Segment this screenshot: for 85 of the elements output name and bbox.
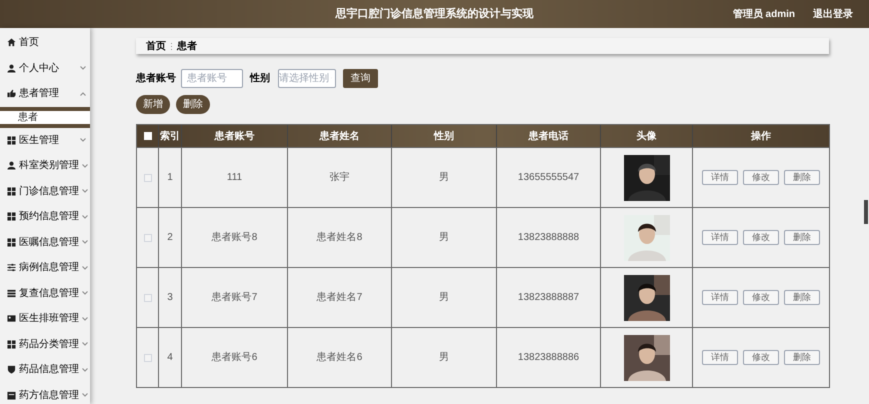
grid-icon xyxy=(7,238,16,247)
list-icon xyxy=(7,288,16,298)
column-header: 患者电话 xyxy=(528,130,568,144)
scrollbar-thumb[interactable] xyxy=(864,200,868,224)
table-cell-text: 111 xyxy=(226,171,242,185)
grid-icon xyxy=(7,186,16,196)
row-checkbox[interactable] xyxy=(144,234,152,242)
edit-button[interactable]: 修改 xyxy=(743,230,779,245)
row-checkbox[interactable] xyxy=(144,354,152,362)
grid-icon xyxy=(7,340,16,349)
select-all-checkbox[interactable] xyxy=(144,132,152,140)
table-cell-text: 男 xyxy=(439,171,449,185)
delete-button[interactable]: 删除 xyxy=(784,230,820,245)
add-button[interactable]: 新增 xyxy=(136,95,170,114)
user-icon xyxy=(7,64,16,73)
table-cell-text: 2 xyxy=(167,231,173,245)
edit-button[interactable]: 修改 xyxy=(743,350,779,365)
table-cell-text: 男 xyxy=(439,351,449,365)
sidebar-item[interactable]: 医嘱信息管理 xyxy=(0,230,90,255)
table-cell-text: 患者姓名8 xyxy=(316,230,362,245)
column-header: 患者账号 xyxy=(214,130,254,144)
edit-button[interactable]: 修改 xyxy=(743,290,779,305)
sidebar-item[interactable]: 药方信息管理 xyxy=(0,382,90,404)
details-button[interactable]: 详情 xyxy=(702,230,738,245)
logout-link[interactable]: 退出登录 xyxy=(813,6,853,22)
table-cell-text: 患者姓名7 xyxy=(316,290,362,305)
column-header: 性别 xyxy=(434,130,454,144)
sidebar-item[interactable]: 科室类别管理 xyxy=(0,153,90,178)
delete-button[interactable]: 删除 xyxy=(784,170,820,185)
details-button[interactable]: 详情 xyxy=(702,350,738,365)
app-title: 思宇口腔门诊信息管理系统的设计与实现 xyxy=(336,6,534,22)
column-header: 索引 xyxy=(160,130,180,144)
user-label: 管理员 admin xyxy=(732,8,795,22)
table-cell-text: 3 xyxy=(167,291,173,305)
delete-button[interactable]: 删除 xyxy=(784,290,820,305)
sidebar-item[interactable]: 药品分类管理 xyxy=(0,332,90,357)
table-cell-text: 患者姓名6 xyxy=(316,350,362,365)
table-cell-text: 男 xyxy=(439,231,449,245)
field-label: 性别 xyxy=(250,72,270,86)
submenu-item[interactable]: 患者 xyxy=(0,110,90,124)
table-cell-text: 13655555547 xyxy=(518,171,580,185)
column-header: 患者姓名 xyxy=(320,130,360,144)
breadcrumb-current: 患者 xyxy=(177,40,197,54)
column-header: 操作 xyxy=(751,130,771,144)
home-icon xyxy=(7,38,16,48)
table-cell-text: 4 xyxy=(167,351,173,365)
sidebar-item[interactable]: 病例信息管理 xyxy=(0,255,90,280)
row-checkbox[interactable] xyxy=(144,294,152,302)
sidebar-item[interactable]: 医生排班管理 xyxy=(0,306,90,332)
field-label: 患者账号 xyxy=(136,72,176,86)
delete-button[interactable]: 删除 xyxy=(176,95,210,114)
sidebar-item[interactable]: 复查信息管理 xyxy=(0,280,90,306)
details-button[interactable]: 详情 xyxy=(702,170,738,185)
table-cell-text: 13823888888 xyxy=(518,231,580,245)
table-cell-text: 张宇 xyxy=(330,170,350,185)
sidebar-item[interactable]: 医生管理 xyxy=(0,128,90,153)
shield-icon xyxy=(7,365,16,374)
table-cell-text: 13823888886 xyxy=(518,351,580,365)
edit-button[interactable]: 修改 xyxy=(743,170,779,185)
grid-icon xyxy=(7,136,16,145)
sidebar-item[interactable]: 个人中心 xyxy=(0,56,90,81)
account-input[interactable]: 患者账号 xyxy=(181,68,243,88)
sidebar-item[interactable]: 门诊信息管理 xyxy=(0,178,90,204)
table-cell-text: 1 xyxy=(167,171,173,185)
row-checkbox[interactable] xyxy=(144,174,152,182)
grid-icon xyxy=(7,212,16,222)
hand-icon xyxy=(7,89,16,98)
table-cell-text: 13823888887 xyxy=(518,291,580,305)
calendar-icon xyxy=(7,390,16,400)
sidebar-item[interactable]: 患者管理 xyxy=(0,81,90,106)
sidebar-item[interactable]: 药品信息管理 xyxy=(0,357,90,382)
id-card-icon xyxy=(7,314,16,324)
column-header: 头像 xyxy=(636,130,656,144)
table-cell-text: 患者账号7 xyxy=(212,290,258,305)
details-button[interactable]: 详情 xyxy=(702,290,738,305)
sidebar-item[interactable]: 预约信息管理 xyxy=(0,204,90,230)
table-cell-text: 男 xyxy=(439,291,449,305)
query-button[interactable]: 查询 xyxy=(343,68,378,88)
table-cell-text: 患者账号6 xyxy=(212,350,258,365)
sidebar-item[interactable]: 首页 xyxy=(0,30,90,56)
breadcrumb-home[interactable]: 首页 xyxy=(146,38,166,54)
sliders-icon xyxy=(7,263,16,272)
user-icon xyxy=(7,161,16,170)
delete-button[interactable]: 删除 xyxy=(784,350,820,365)
table-cell-text: 患者账号8 xyxy=(212,230,258,245)
